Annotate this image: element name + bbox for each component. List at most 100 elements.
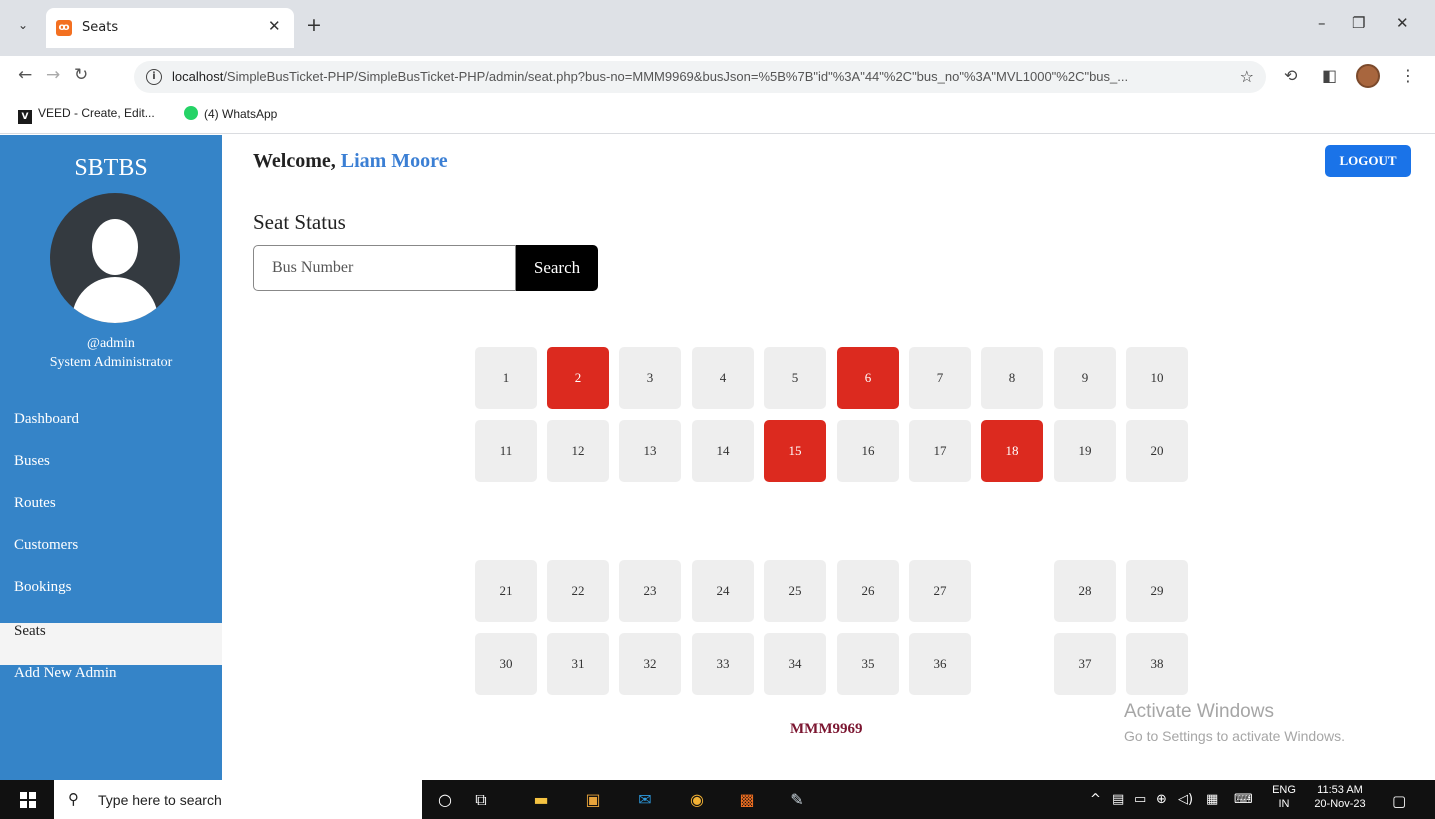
sidebar-item-seats[interactable]: Seats <box>0 623 222 665</box>
seat-27[interactable]: 27 <box>909 560 971 622</box>
browser-tab[interactable]: ꝏ Seats ✕ <box>46 8 294 48</box>
browser-tab-bar: ⌄ ꝏ Seats ✕ + – ❐ ✕ <box>0 0 1435 56</box>
seat-37[interactable]: 37 <box>1054 633 1116 695</box>
windows-start-icon[interactable] <box>20 792 36 808</box>
microsoft-store-icon[interactable]: ▣ <box>582 789 604 811</box>
seat-20[interactable]: 20 <box>1126 420 1188 482</box>
user-name: Liam Moore <box>340 150 448 172</box>
welcome-heading: Welcome, Liam Moore <box>253 150 448 172</box>
activate-windows-subtitle: Go to Settings to activate Windows. <box>1124 728 1345 744</box>
forward-icon[interactable]: → <box>46 65 60 85</box>
seat-36[interactable]: 36 <box>909 633 971 695</box>
side-panel-icon[interactable]: ◧ <box>1322 66 1337 85</box>
seat-33[interactable]: 33 <box>692 633 754 695</box>
bookmark-veed[interactable]: V VEED - Create, Edit... <box>18 106 155 124</box>
seat-28[interactable]: 28 <box>1054 560 1116 622</box>
seat-16[interactable]: 16 <box>837 420 899 482</box>
seat-38[interactable]: 38 <box>1126 633 1188 695</box>
task-view-icon[interactable]: ⧉ <box>470 789 492 811</box>
seat-12[interactable]: 12 <box>547 420 609 482</box>
seat-32[interactable]: 32 <box>619 633 681 695</box>
browser-menu-icon[interactable]: ⋮ <box>1400 66 1416 85</box>
seat-3[interactable]: 3 <box>619 347 681 409</box>
url-text: localhost/SimpleBusTicket-PHP/SimpleBusT… <box>172 69 1129 84</box>
cortana-icon[interactable]: ○ <box>434 789 456 811</box>
seat-13[interactable]: 13 <box>619 420 681 482</box>
seat-21[interactable]: 21 <box>475 560 537 622</box>
seat-29[interactable]: 29 <box>1126 560 1188 622</box>
taskbar-search-box[interactable]: ⚲ Type here to search <box>54 780 422 819</box>
sidebar-item-bookings[interactable]: Bookings <box>0 579 222 621</box>
tray-app-icon[interactable]: ▤ <box>1112 792 1124 807</box>
seat-6[interactable]: 6 <box>837 347 899 409</box>
tab-search-chevron-icon[interactable]: ⌄ <box>18 18 28 32</box>
logout-button[interactable]: LOGOUT <box>1325 145 1411 177</box>
bus-number-label: MMM9969 <box>790 721 863 737</box>
page-title: Seat Status <box>253 210 346 234</box>
whatsapp-icon <box>184 106 198 120</box>
seat-34[interactable]: 34 <box>764 633 826 695</box>
bookmarks-bar: V VEED - Create, Edit... (4) WhatsApp <box>0 98 1435 134</box>
notifications-icon[interactable]: ▢ <box>1392 792 1406 810</box>
seat-11[interactable]: 11 <box>475 420 537 482</box>
seat-30[interactable]: 30 <box>475 633 537 695</box>
seat-25[interactable]: 25 <box>764 560 826 622</box>
chrome-icon[interactable]: ◉ <box>686 789 708 811</box>
bookmark-whatsapp[interactable]: (4) WhatsApp <box>184 106 277 121</box>
sidebar-item-routes[interactable]: Routes <box>0 495 222 537</box>
mail-icon[interactable]: ✉ <box>634 789 656 811</box>
sidebar-item-customers[interactable]: Customers <box>0 537 222 579</box>
brand-title: SBTBS <box>74 155 148 181</box>
seat-14[interactable]: 14 <box>692 420 754 482</box>
seat-23[interactable]: 23 <box>619 560 681 622</box>
tray-notes-icon[interactable]: ▦ <box>1206 792 1218 807</box>
seat-22[interactable]: 22 <box>547 560 609 622</box>
back-icon[interactable]: ← <box>18 65 32 85</box>
seat-17[interactable]: 17 <box>909 420 971 482</box>
volume-icon[interactable]: ◁) <box>1178 792 1193 807</box>
seat-5[interactable]: 5 <box>764 347 826 409</box>
seat-1[interactable]: 1 <box>475 347 537 409</box>
veed-icon: V <box>18 110 32 124</box>
seat-10[interactable]: 10 <box>1126 347 1188 409</box>
seat-8[interactable]: 8 <box>981 347 1043 409</box>
search-button[interactable]: Search <box>516 245 598 291</box>
minimize-icon[interactable]: – <box>1318 14 1326 32</box>
seat-9[interactable]: 9 <box>1054 347 1116 409</box>
site-info-icon[interactable]: i <box>146 69 162 85</box>
file-explorer-icon[interactable]: ▬ <box>530 789 552 811</box>
seat-2[interactable]: 2 <box>547 347 609 409</box>
seat-31[interactable]: 31 <box>547 633 609 695</box>
seat-4[interactable]: 4 <box>692 347 754 409</box>
sidebar-item-buses[interactable]: Buses <box>0 453 222 495</box>
language-indicator[interactable]: ENG IN <box>1270 784 1298 810</box>
seat-26[interactable]: 26 <box>837 560 899 622</box>
sidebar-item-add-new-admin[interactable]: Add New Admin <box>0 665 222 707</box>
seat-7[interactable]: 7 <box>909 347 971 409</box>
restore-icon[interactable]: ❐ <box>1352 14 1365 32</box>
bus-number-input[interactable] <box>253 245 516 291</box>
seat-19[interactable]: 19 <box>1054 420 1116 482</box>
profile-avatar-icon[interactable] <box>1356 64 1380 88</box>
bookmark-star-icon[interactable]: ☆ <box>1240 67 1254 86</box>
paint-icon[interactable]: ✎ <box>786 789 808 811</box>
clock[interactable]: 11:53 AM 20-Nov-23 <box>1304 784 1376 810</box>
windows-taskbar: ⚲ Type here to search ○ ⧉ ▬ ▣ ✉ ◉ ▩ ✎ ^ … <box>0 780 1435 819</box>
tab-close-icon[interactable]: ✕ <box>268 17 281 35</box>
seat-35[interactable]: 35 <box>837 633 899 695</box>
keyboard-icon[interactable]: ⌨ <box>1234 792 1253 807</box>
seat-15[interactable]: 15 <box>764 420 826 482</box>
reload-icon[interactable]: ↻ <box>74 65 88 85</box>
tray-meet-icon[interactable]: ▭ <box>1134 792 1146 807</box>
xampp-icon[interactable]: ▩ <box>736 789 758 811</box>
window-close-icon[interactable]: ✕ <box>1396 14 1409 32</box>
tray-chevron-icon[interactable]: ^ <box>1090 792 1101 807</box>
seat-18[interactable]: 18 <box>981 420 1043 482</box>
extension-icon[interactable]: ⟲ <box>1284 66 1297 85</box>
seat-24[interactable]: 24 <box>692 560 754 622</box>
sidebar-item-dashboard[interactable]: Dashboard <box>0 411 222 453</box>
new-tab-icon[interactable]: + <box>306 14 322 36</box>
taskbar-search-placeholder: Type here to search <box>98 792 222 808</box>
network-icon[interactable]: ⊕ <box>1156 792 1167 807</box>
address-bar[interactable]: i localhost/SimpleBusTicket-PHP/SimpleBu… <box>134 61 1266 93</box>
